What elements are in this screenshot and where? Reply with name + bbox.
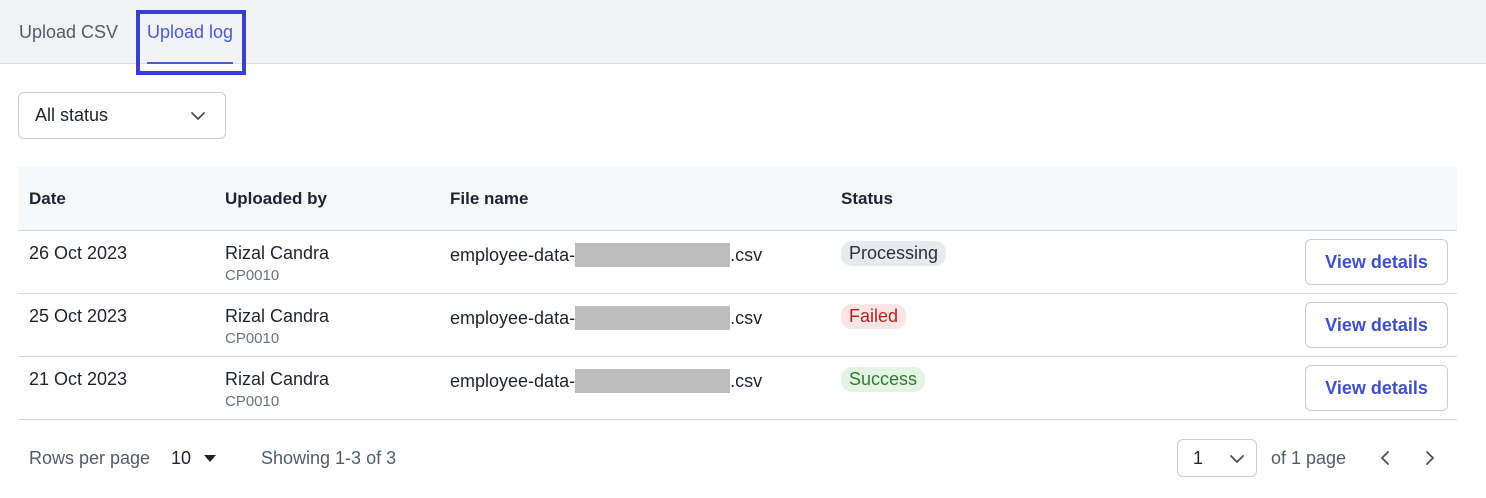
- uploader-id: CP0010: [225, 330, 280, 347]
- column-header-uploaded-by: Uploaded by: [225, 189, 328, 208]
- status-filter-dropdown[interactable]: All status: [18, 92, 226, 139]
- table-row: 25 Oct 2023 Rizal Candra CP0010 employee…: [18, 294, 1457, 357]
- uploader-name: Rizal Candra: [225, 369, 330, 389]
- page-number-select[interactable]: 1: [1177, 439, 1257, 477]
- total-pages-label: of 1 page: [1271, 448, 1347, 468]
- uploader-id: CP0010: [225, 393, 280, 410]
- caret-down-icon[interactable]: [204, 455, 216, 462]
- column-header-status: Status: [841, 189, 893, 208]
- showing-count: Showing 1-3 of 3: [261, 448, 397, 468]
- file-name-prefix: employee-data-: [450, 307, 576, 328]
- chevron-left-icon[interactable]: [1376, 449, 1394, 467]
- uploader-name: Rizal Candra: [225, 306, 330, 326]
- file-name-suffix: .csv: [730, 370, 763, 391]
- row-uploader: Rizal Candra CP0010: [225, 243, 329, 284]
- chevron-down-icon: [191, 112, 205, 120]
- upload-log-table: Date Uploaded by File name Status 26 Oct…: [18, 167, 1457, 420]
- table-row: 21 Oct 2023 Rizal Candra CP0010 employee…: [18, 357, 1457, 420]
- row-uploader: Rizal Candra CP0010: [225, 306, 329, 347]
- status-badge: Success: [841, 367, 926, 392]
- pagination-bar: Rows per page 10 Showing 1-3 of 3 1 of 1…: [0, 421, 1486, 498]
- file-name-suffix: .csv: [730, 307, 763, 328]
- view-details-button[interactable]: View details: [1305, 302, 1448, 348]
- tab-label: Upload CSV: [19, 21, 119, 42]
- row-date: 25 Oct 2023: [29, 306, 128, 326]
- table-row: 26 Oct 2023 Rizal Candra CP0010 employee…: [18, 231, 1457, 294]
- file-name-prefix: employee-data-: [450, 244, 576, 265]
- row-file-name: employee-data- .csv: [450, 243, 762, 267]
- row-date: 26 Oct 2023: [29, 243, 128, 263]
- column-header-file-name: File name: [450, 189, 529, 208]
- tab-label: Upload log: [147, 21, 234, 42]
- rows-per-page-label: Rows per page: [29, 448, 151, 468]
- status-badge: Processing: [841, 241, 947, 266]
- row-file-name: employee-data- .csv: [450, 306, 762, 330]
- view-details-button[interactable]: View details: [1305, 365, 1448, 411]
- row-date: 21 Oct 2023: [29, 369, 128, 389]
- tab-upload-csv[interactable]: Upload CSV: [19, 0, 118, 64]
- uploader-id: CP0010: [225, 267, 280, 284]
- status-badge: Failed: [841, 304, 907, 329]
- row-status: Processing: [841, 241, 947, 266]
- chevron-right-icon[interactable]: [1421, 449, 1439, 467]
- row-file-name: employee-data- .csv: [450, 369, 762, 393]
- tab-bar: Upload CSV Upload log: [0, 0, 1486, 64]
- uploader-name: Rizal Candra: [225, 243, 330, 263]
- column-header-date: Date: [29, 189, 66, 208]
- active-tab-underline: [147, 62, 234, 64]
- tab-upload-log[interactable]: Upload log: [147, 0, 234, 64]
- redacted-block: [575, 243, 731, 267]
- rows-per-page-select[interactable]: 10: [171, 448, 191, 469]
- file-name-prefix: employee-data-: [450, 370, 576, 391]
- chevron-down-icon: [1230, 455, 1244, 463]
- page-number-value: 1: [1193, 447, 1204, 468]
- row-uploader: Rizal Candra CP0010: [225, 369, 329, 410]
- redacted-block: [575, 306, 731, 330]
- row-status: Failed: [841, 304, 907, 329]
- file-name-suffix: .csv: [730, 244, 763, 265]
- row-status: Success: [841, 367, 926, 392]
- status-filter-value: All status: [35, 105, 109, 125]
- redacted-block: [575, 369, 731, 393]
- table-header: Date Uploaded by File name Status: [18, 167, 1457, 231]
- view-details-button[interactable]: View details: [1305, 239, 1448, 285]
